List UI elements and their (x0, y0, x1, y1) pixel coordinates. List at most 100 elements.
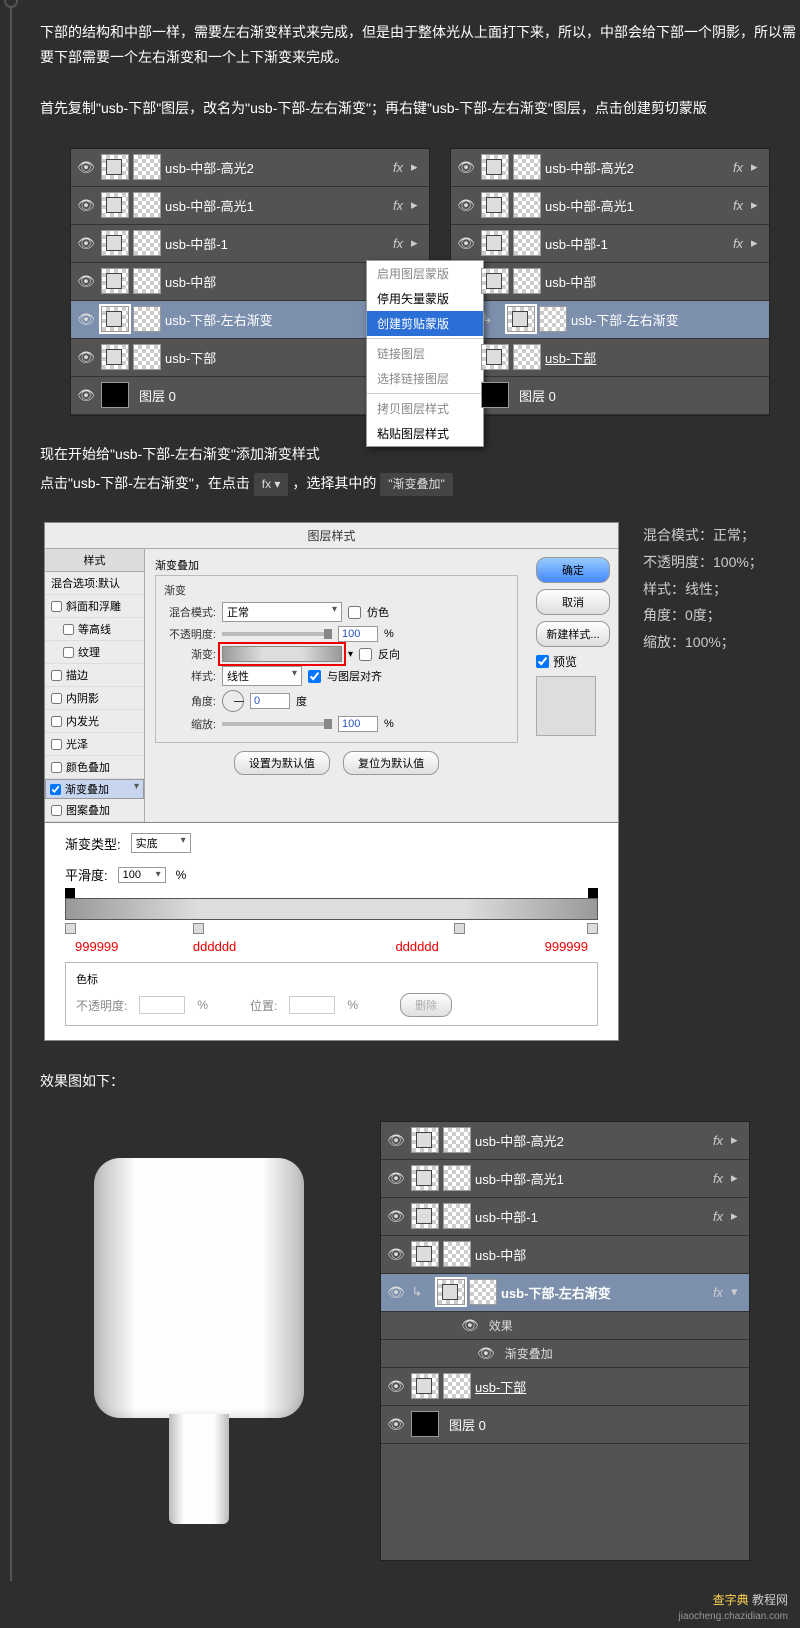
checkbox[interactable] (51, 716, 62, 727)
ok-button[interactable]: 确定 (536, 557, 610, 583)
chevron-right-icon[interactable] (751, 235, 769, 251)
style-option-texture[interactable]: 纹理 (45, 641, 144, 664)
layer-row[interactable]: usb-中部-1 fx (71, 225, 429, 263)
chevron-down-icon[interactable] (731, 1284, 749, 1300)
layer-name[interactable]: usb-中部-高光2 (475, 1131, 705, 1150)
chevron-right-icon[interactable] (751, 159, 769, 175)
scale-slider[interactable] (222, 722, 332, 726)
eye-icon[interactable] (77, 311, 95, 328)
layer-row[interactable]: usb-中部-1 fx (451, 225, 769, 263)
angle-input[interactable]: 0 (250, 693, 290, 709)
layer-row[interactable]: 图层 0 (381, 1406, 749, 1444)
scale-input[interactable]: 100 (338, 716, 378, 732)
eye-icon[interactable] (461, 1317, 479, 1334)
eye-icon[interactable] (387, 1284, 405, 1301)
menu-item[interactable]: 停用矢量蒙版 (367, 286, 483, 311)
opacity-stop-icon[interactable] (65, 888, 75, 898)
style-option-inner-glow[interactable]: 内发光 (45, 710, 144, 733)
layer-name[interactable]: usb-中部-1 (475, 1207, 705, 1226)
fx-badge[interactable]: fx (725, 198, 751, 213)
fx-badge[interactable]: fx (725, 236, 751, 251)
checkbox[interactable] (51, 805, 62, 816)
fx-badge[interactable]: fx (725, 160, 751, 175)
fx-badge[interactable]: fx (385, 198, 411, 213)
layer-row[interactable]: usb-中部-高光2 fx (381, 1122, 749, 1160)
chevron-right-icon[interactable] (731, 1208, 749, 1224)
layer-name[interactable]: usb-下部-左右渐变 (571, 310, 769, 329)
layer-name[interactable]: usb-中部-1 (545, 234, 725, 253)
layer-name[interactable]: usb-中部 (545, 272, 769, 291)
layer-row[interactable]: usb-下部 (451, 339, 769, 377)
eye-icon[interactable] (457, 235, 475, 252)
color-stop-icon[interactable] (65, 923, 76, 934)
layer-name[interactable]: usb-下部 (545, 348, 769, 367)
layer-row[interactable]: usb-下部 (381, 1368, 749, 1406)
dither-checkbox[interactable] (348, 606, 361, 619)
effects-row[interactable]: 效果 (381, 1312, 749, 1340)
layer-name[interactable]: usb-中部-高光1 (475, 1169, 705, 1188)
style-option-inner-shadow[interactable]: 内阴影 (45, 687, 144, 710)
smoothness-input[interactable]: 100 (118, 867, 166, 883)
layer-name[interactable]: usb-下部-左右渐变 (501, 1283, 705, 1302)
eye-icon[interactable] (387, 1378, 405, 1395)
fx-badge[interactable]: fx (385, 160, 411, 175)
layer-row[interactable]: usb-中部-高光1 fx (71, 187, 429, 225)
chevron-right-icon[interactable] (731, 1170, 749, 1186)
effect-item[interactable]: 渐变叠加 (381, 1340, 749, 1368)
opacity-stop-icon[interactable] (588, 888, 598, 898)
eye-icon[interactable] (77, 159, 95, 176)
set-default-button[interactable]: 设置为默认值 (234, 751, 330, 775)
color-stop-icon[interactable] (193, 923, 204, 934)
chevron-right-icon[interactable] (411, 159, 429, 175)
layer-name[interactable]: usb-中部-高光2 (545, 158, 725, 177)
align-checkbox[interactable] (308, 670, 321, 683)
style-option-stroke[interactable]: 描边 (45, 664, 144, 687)
layer-name[interactable]: usb-中部-高光1 (545, 196, 725, 215)
reverse-checkbox[interactable] (359, 648, 372, 661)
opacity-input[interactable]: 100 (338, 626, 378, 642)
layer-name[interactable]: usb-中部 (475, 1245, 749, 1264)
chevron-right-icon[interactable] (411, 197, 429, 213)
checkbox[interactable] (51, 762, 62, 773)
style-option-blend[interactable]: 混合选项:默认 (45, 572, 144, 595)
gradient-swatch[interactable] (222, 646, 342, 662)
color-stop-icon[interactable] (454, 923, 465, 934)
chevron-down-icon[interactable]: ▾ (348, 649, 353, 660)
fx-badge[interactable]: fx (705, 1171, 731, 1186)
gradient-bar[interactable]: 999999 dddddd dddddd 999999 (65, 898, 598, 920)
layer-row[interactable]: usb-中部-高光2 fx (71, 149, 429, 187)
layer-row[interactable]: 图层 0 (451, 377, 769, 415)
stop-opacity-input[interactable] (139, 996, 185, 1014)
layer-name[interactable]: usb-中部-1 (165, 234, 385, 253)
eye-icon[interactable] (77, 235, 95, 252)
style-option-gradient-overlay[interactable]: 渐变叠加 (45, 779, 144, 799)
menu-item[interactable]: 启用图层蒙版 (367, 261, 483, 286)
layer-name[interactable]: usb-中部 (165, 272, 385, 291)
eye-icon[interactable] (457, 197, 475, 214)
layer-name[interactable]: 图层 0 (449, 1415, 749, 1434)
eye-icon[interactable] (77, 197, 95, 214)
checkbox[interactable] (51, 693, 62, 704)
eye-icon[interactable] (387, 1416, 405, 1433)
checkbox[interactable] (63, 624, 74, 635)
layer-row[interactable]: usb-中部-高光1 fx (451, 187, 769, 225)
fx-badge[interactable]: fx (705, 1133, 731, 1148)
style-option-bevel[interactable]: 斜面和浮雕 (45, 595, 144, 618)
color-stop-icon[interactable] (587, 923, 598, 934)
menu-item[interactable]: 拷贝图层样式 (367, 396, 483, 421)
layer-row[interactable]: usb-中部 (451, 263, 769, 301)
chevron-right-icon[interactable] (411, 235, 429, 251)
eye-icon[interactable] (457, 159, 475, 176)
style-select[interactable]: 线性 (222, 666, 302, 686)
chevron-right-icon[interactable] (751, 197, 769, 213)
eye-icon[interactable] (477, 1345, 495, 1362)
checkbox[interactable] (51, 739, 62, 750)
menu-item[interactable]: 链接图层 (367, 341, 483, 366)
layer-row-selected[interactable]: ↳ usb-下部-左右渐变 (451, 301, 769, 339)
layer-name[interactable]: usb-中部-高光1 (165, 196, 385, 215)
style-option-color-overlay[interactable]: 颜色叠加 (45, 756, 144, 779)
style-option-satin[interactable]: 光泽 (45, 733, 144, 756)
eye-icon[interactable] (77, 349, 95, 366)
layer-row[interactable]: usb-中部-高光1 fx (381, 1160, 749, 1198)
chevron-right-icon[interactable] (731, 1132, 749, 1148)
